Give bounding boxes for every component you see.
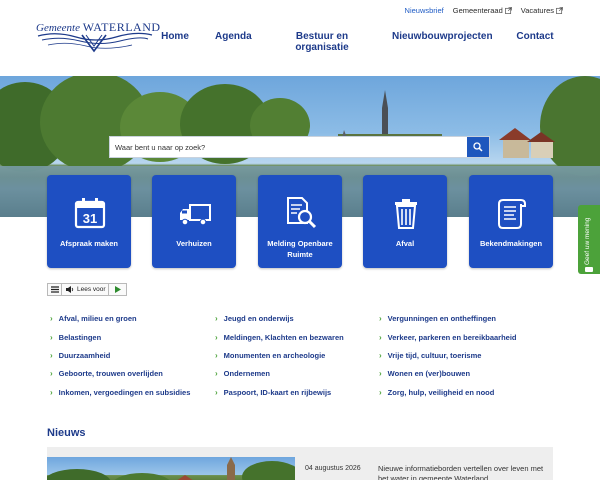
scroll-icon	[498, 199, 526, 229]
tile-label: Verhuizen	[176, 239, 212, 248]
readspeaker-widget: Lees voor	[47, 283, 127, 296]
readspeaker-listen-button[interactable]: Lees voor	[62, 284, 109, 295]
chevron-right-icon: ›	[379, 369, 382, 378]
nav-nieuwbouwprojecten[interactable]: Nieuwbouwprojecten	[392, 31, 493, 42]
chat-icon	[585, 267, 593, 272]
topic-link[interactable]: › Verkeer, parkeren en bereikbaarheid	[379, 333, 517, 342]
trash-bin-icon	[395, 199, 417, 229]
site-header: Gemeente WATERLAND Nieuwsbrief Gemeenter…	[0, 0, 600, 76]
tile-afval[interactable]: Afval	[363, 175, 447, 268]
topic-link[interactable]: › Jeugd en onderwijs	[215, 314, 294, 323]
search-bar	[109, 136, 490, 158]
readspeaker-menu-button[interactable]	[48, 284, 62, 295]
menu-icon	[50, 286, 59, 293]
speaker-icon	[66, 286, 74, 293]
search-input[interactable]	[110, 137, 467, 157]
calendar-icon: 31	[74, 198, 106, 229]
topic-link[interactable]: › Vrije tijd, cultuur, toerisme	[379, 351, 481, 360]
search-button[interactable]	[467, 137, 489, 157]
nav-agenda[interactable]: Agenda	[215, 31, 252, 42]
chevron-right-icon: ›	[50, 314, 53, 323]
chevron-right-icon: ›	[50, 351, 53, 360]
chevron-right-icon: ›	[215, 369, 218, 378]
topic-link[interactable]: › Vergunningen en ontheffingen	[379, 314, 496, 323]
chevron-right-icon: ›	[215, 388, 218, 397]
chevron-right-icon: ›	[379, 388, 382, 397]
topnav-nieuwsbrief-link[interactable]: Nieuwsbrief	[405, 6, 444, 15]
feedback-label: Geef uw mening	[584, 217, 591, 265]
topic-link[interactable]: › Ondernemen	[215, 369, 270, 378]
readspeaker-play-button[interactable]	[109, 284, 126, 295]
chevron-right-icon: ›	[215, 351, 218, 360]
topic-link[interactable]: › Monumenten en archeologie	[215, 351, 325, 360]
news-section-title: Nieuws	[47, 427, 86, 439]
external-link-icon	[504, 7, 512, 14]
topic-link[interactable]: › Wonen en (ver)bouwen	[379, 369, 470, 378]
chevron-right-icon: ›	[215, 333, 218, 342]
news-card[interactable]: 04 augustus 2026 Nieuwe informatieborden…	[47, 447, 553, 480]
topnav-gemeenteraad-link[interactable]: Gemeenteraad	[453, 6, 512, 15]
tile-verhuizen[interactable]: Verhuizen	[152, 175, 236, 268]
topic-link[interactable]: › Inkomen, vergoedingen en subsidies	[50, 388, 190, 397]
topic-link[interactable]: › Paspoort, ID-kaart en rijbewijs	[215, 388, 331, 397]
topic-link[interactable]: › Geboorte, trouwen overlijden	[50, 369, 163, 378]
report-search-icon	[287, 197, 317, 229]
tile-label: Melding Openbare	[267, 239, 333, 248]
topic-link[interactable]: › Duurzaamheid	[50, 351, 110, 360]
chevron-right-icon: ›	[379, 314, 382, 323]
chevron-right-icon: ›	[379, 333, 382, 342]
nav-bestuur-organisatie[interactable]: Bestuur en organisatie	[293, 31, 351, 53]
topic-link[interactable]: › Zorg, hulp, veiligheid en nood	[379, 388, 494, 397]
main-nav: Home Agenda Bestuur en organisatie Nieuw…	[0, 31, 600, 61]
tile-label: Afval	[395, 239, 415, 248]
search-icon	[473, 142, 483, 152]
chevron-right-icon: ›	[379, 351, 382, 360]
feedback-tab[interactable]: Geef uw mening	[578, 205, 600, 274]
chevron-right-icon: ›	[50, 369, 53, 378]
chevron-right-icon: ›	[50, 333, 53, 342]
tile-label: Afspraak maken	[60, 239, 118, 248]
tile-label-line2: Ruimte	[287, 250, 313, 259]
chevron-right-icon: ›	[50, 388, 53, 397]
topic-link[interactable]: › Afval, milieu en groen	[50, 314, 137, 323]
nav-contact[interactable]: Contact	[516, 31, 554, 42]
truck-icon	[180, 204, 211, 226]
play-icon	[114, 286, 121, 293]
tile-afspraak-maken[interactable]: 31 Afspraak maken	[47, 175, 131, 268]
tile-label: Bekendmakingen	[479, 239, 543, 248]
tile-melding-openbare-ruimte[interactable]: Melding Openbare Ruimte	[258, 175, 342, 268]
top-utility-nav: Nieuwsbrief Gemeenteraad Vacatures	[405, 6, 563, 15]
nav-home[interactable]: Home	[161, 31, 189, 42]
readspeaker-label: Lees voor	[77, 286, 106, 293]
news-photo	[47, 457, 295, 480]
external-link-icon	[556, 7, 563, 14]
tile-bekendmakingen[interactable]: Bekendmakingen	[469, 175, 553, 268]
news-date: 04 augustus 2026	[305, 465, 361, 472]
topic-link[interactable]: › Meldingen, Klachten en bezwaren	[215, 333, 344, 342]
house-icon	[499, 128, 555, 158]
chevron-right-icon: ›	[215, 314, 218, 323]
topnav-vacatures-link[interactable]: Vacatures	[521, 6, 563, 15]
news-image	[47, 457, 295, 480]
calendar-day: 31	[83, 211, 97, 226]
news-headline[interactable]: Nieuwe informatieborden vertellen over l…	[378, 464, 548, 480]
topic-link[interactable]: › Belastingen	[50, 333, 101, 342]
